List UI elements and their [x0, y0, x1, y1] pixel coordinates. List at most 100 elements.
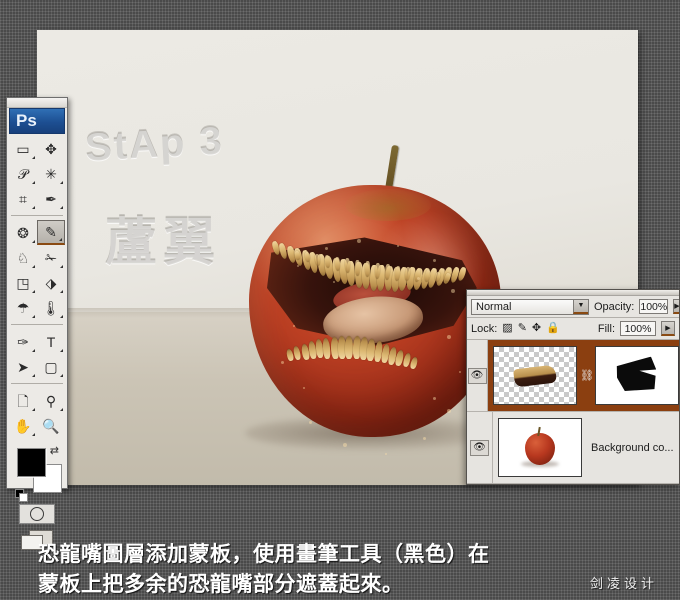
layer-row[interactable]: 👁 ⛓ [467, 340, 679, 412]
toolbar-drag-grip[interactable] [7, 98, 67, 108]
tool-more-corner-icon [32, 156, 35, 159]
tooth-upper-back [354, 259, 361, 276]
apple-speckle [309, 421, 312, 424]
tool-separator [11, 324, 63, 325]
lock-fill-row: Lock: ▨ ✎ ✥ 🔒 Fill: 100% ▶ [467, 318, 679, 340]
apple-speckle [343, 443, 347, 447]
blend-mode-value: Normal [476, 300, 512, 313]
blend-opacity-row: Normal ▼ Opacity: 100% ▶ [467, 296, 679, 318]
apple-speckle [433, 259, 436, 262]
layer-visibility-toggle[interactable]: 👁 [467, 340, 488, 411]
tool-hand[interactable]: ✋ [9, 413, 37, 438]
tool-more-corner-icon [32, 315, 35, 318]
hand-icon: ✋ [14, 417, 32, 434]
apple-speckle [333, 281, 335, 283]
default-colors-icon[interactable] [15, 489, 28, 502]
apple-speckle [417, 277, 420, 280]
layers-panel[interactable]: Normal ▼ Opacity: 100% ▶ Lock: ▨ ✎ ✥ 🔒 Fill… [466, 289, 680, 485]
apple-speckle [385, 453, 387, 455]
paint-bucket-icon: ⬗ [45, 274, 57, 291]
layers-panel-footer [467, 484, 679, 485]
fill-input[interactable]: 100% [620, 321, 656, 336]
tool-zoom[interactable]: 🔍 [37, 413, 65, 438]
blend-mode-select[interactable]: Normal ▼ [471, 298, 589, 315]
lock-position-icon[interactable]: ✥ [532, 323, 541, 334]
opacity-stepper-icon[interactable]: ▶ [673, 299, 679, 314]
apple-speckle [357, 239, 361, 243]
blur-icon: ☂ [16, 299, 30, 316]
layer-list[interactable]: 👁 ⛓ 👁 Background co... [467, 340, 679, 484]
mask-link-icon[interactable]: ⛓ [580, 369, 594, 382]
apple-speckle [447, 409, 451, 413]
tool-type[interactable]: T [37, 329, 65, 354]
tool-group-3: 🗋 ⚲ ✋ 🔍 [7, 386, 67, 440]
caption-bar: 恐龍嘴圖層添加蒙板，使用畫筆工具（黑色）在 蒙板上把多余的恐龍嘴部分遮蓋起來。 … [0, 534, 680, 600]
marquee-icon: ▭ [16, 140, 30, 157]
tool-pen[interactable]: ✑ [9, 329, 37, 354]
tool-notes[interactable]: 🗋 [9, 388, 37, 413]
eyedropper-2-icon: ⚲ [45, 392, 57, 409]
apple-top-dimple [345, 189, 431, 221]
tool-more-corner-icon [32, 181, 35, 184]
tool-more-corner-icon [32, 374, 35, 377]
tools-panel[interactable]: Ps ▭ ✥ 𝒫 ✳ ⌗ ✒ ❂ ✎ ♘ ✁ ◳ ⬗ ☂ 🌡 ✑ T ➤ ▢ 🗋 ⚲ ✋ 🔍 ⇄ [6, 97, 68, 551]
layer-row[interactable]: 👁 Background co... [467, 412, 679, 484]
apple-speckle [451, 289, 455, 293]
color-swatches[interactable]: ⇄ [15, 444, 62, 502]
tool-shape[interactable]: ▢ [37, 354, 65, 379]
foreground-color-swatch[interactable] [17, 448, 46, 477]
zoom-icon: 🔍 [42, 417, 60, 434]
apple-speckle [303, 387, 305, 389]
opacity-input[interactable]: 100% [639, 299, 669, 314]
tool-history-brush[interactable]: ✁ [37, 245, 65, 270]
type-icon: T [46, 333, 56, 350]
tool-dodge[interactable]: 🌡 [37, 295, 65, 320]
tool-healing-brush[interactable]: ❂ [9, 220, 37, 245]
lock-icon-set: ▨ ✎ ✥ 🔒 [502, 323, 560, 334]
photoshop-logo: Ps [9, 108, 65, 134]
eye-icon: 👁 [470, 439, 489, 456]
chevron-down-icon[interactable]: ▼ [573, 299, 588, 314]
apple-speckle [423, 437, 426, 440]
tool-eyedropper[interactable]: ✒ [37, 186, 65, 211]
layer-thumbnail[interactable] [498, 418, 582, 477]
quick-mask-button[interactable] [19, 504, 55, 524]
caption-line-2: 蒙板上把多余的恐龍嘴部分遮蓋起來。 [38, 573, 404, 596]
tool-group-2: ✑ T ➤ ▢ [7, 327, 67, 381]
notes-icon: 🗋 [17, 392, 29, 409]
tool-marquee[interactable]: ▭ [9, 136, 37, 161]
tool-paint-bucket[interactable]: ⬗ [37, 270, 65, 295]
lock-image-icon[interactable]: ✎ [518, 323, 527, 334]
lock-transparent-icon[interactable]: ▨ [502, 323, 512, 334]
tool-more-corner-icon [59, 238, 62, 241]
apple-speckle [459, 371, 461, 373]
tool-magic-wand[interactable]: ✳ [37, 161, 65, 186]
tool-crop[interactable]: ⌗ [9, 186, 37, 211]
tool-brush[interactable]: ✎ [37, 220, 65, 245]
apple-speckle [397, 245, 399, 247]
tool-eraser[interactable]: ◳ [9, 270, 37, 295]
tool-blur[interactable]: ☂ [9, 295, 37, 320]
layer-visibility-toggle[interactable]: 👁 [467, 412, 493, 483]
tool-move[interactable]: ✥ [37, 136, 65, 161]
tool-more-corner-icon [32, 408, 35, 411]
opacity-label: Opacity: [594, 300, 635, 313]
lock-all-icon[interactable]: 🔒 [546, 323, 560, 334]
fill-stepper-icon[interactable]: ▶ [661, 321, 675, 336]
tool-lasso[interactable]: 𝒫 [9, 161, 37, 186]
tool-clone-stamp[interactable]: ♘ [9, 245, 37, 270]
fill-label: Fill: [597, 322, 615, 335]
swap-colors-icon[interactable]: ⇄ [50, 444, 59, 457]
apple-speckle [293, 325, 295, 327]
tool-more-corner-icon [60, 408, 63, 411]
tool-more-corner-icon [32, 206, 35, 209]
history-brush-icon: ✁ [45, 249, 57, 266]
tool-path-selection[interactable]: ➤ [9, 354, 37, 379]
tool-eyedropper-2[interactable]: ⚲ [37, 388, 65, 413]
watermark: 剑凌设计 [589, 576, 658, 591]
layer-thumbnail[interactable] [493, 346, 577, 405]
tool-more-corner-icon [60, 349, 63, 352]
emboss-chinese-text: 蘆翼 [105, 214, 222, 272]
layer-mask-thumbnail[interactable] [595, 346, 679, 405]
tool-more-corner-icon [32, 433, 35, 436]
